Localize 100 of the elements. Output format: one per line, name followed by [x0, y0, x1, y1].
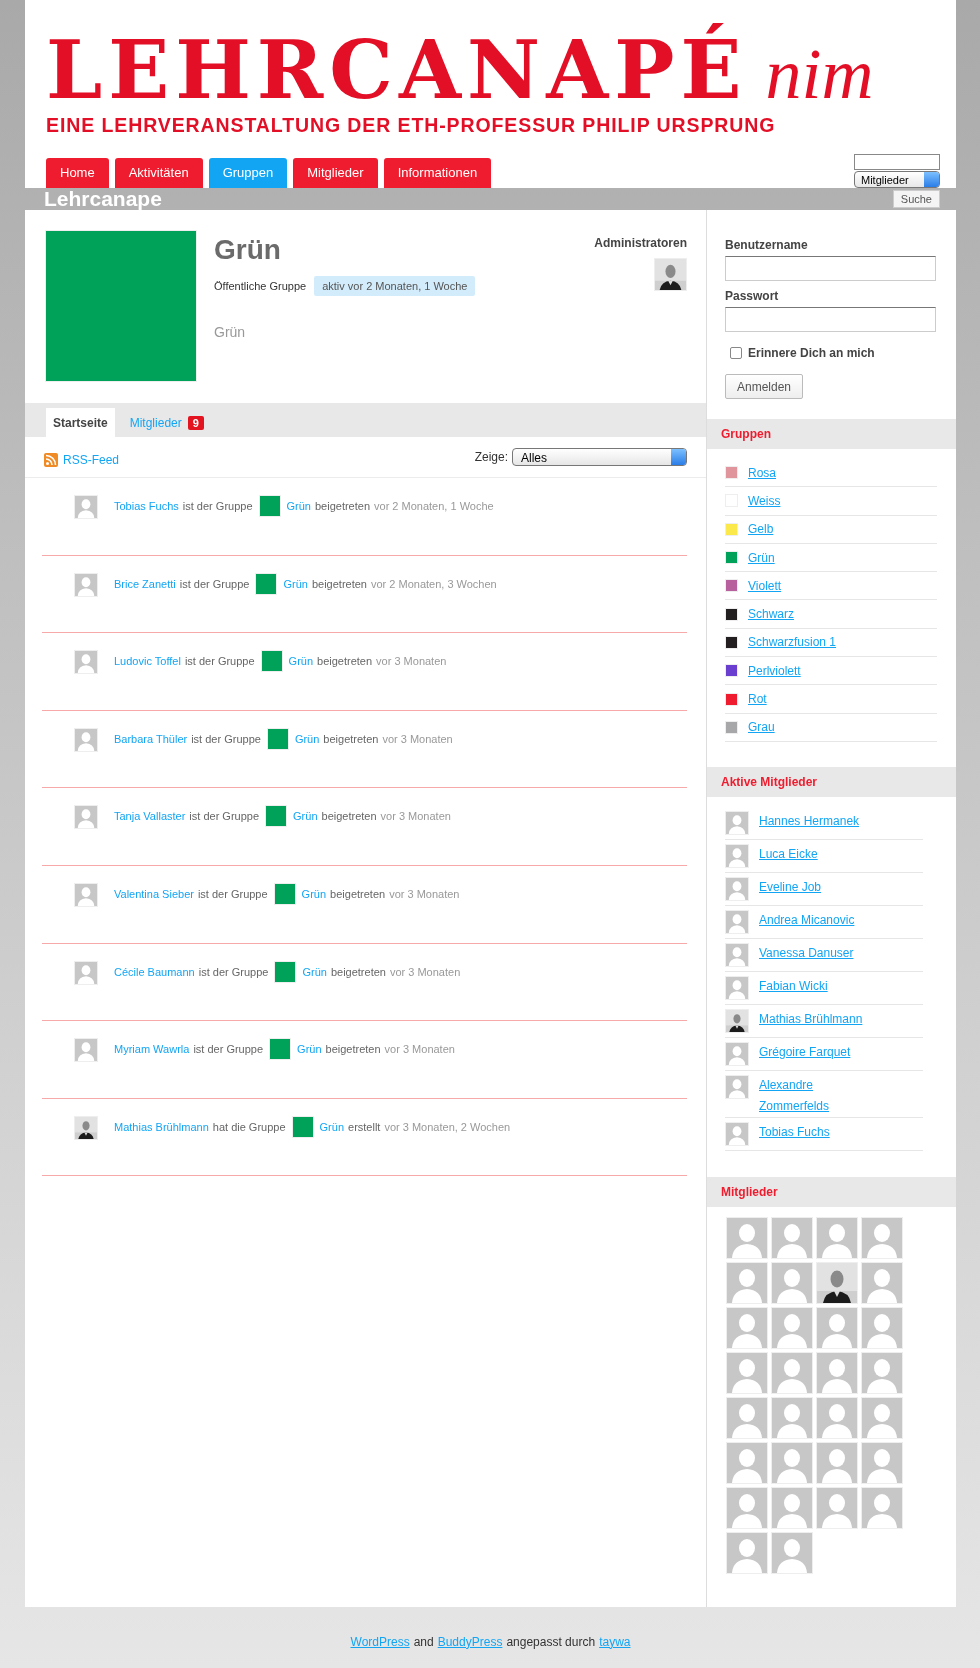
footer-link[interactable]: WordPress — [350, 1634, 410, 1649]
password-label: Passwort — [725, 289, 780, 303]
activity-time: vor 3 Monaten — [389, 965, 461, 978]
footer-text: and — [413, 1634, 434, 1649]
activity-text: ist der Gruppe — [197, 887, 268, 900]
nav-tab[interactable]: Mitglieder — [293, 158, 378, 188]
member-link[interactable]: Barbara Thüler — [114, 732, 188, 745]
member-link[interactable]: Tobias Fuchs — [759, 1121, 830, 1143]
activity-verb: beigetreten — [323, 732, 379, 745]
nav-tab[interactable]: Informationen — [383, 158, 492, 188]
username-label: Benutzername — [725, 238, 809, 252]
member-link[interactable]: Tobias Fuchs — [114, 500, 179, 512]
member-link[interactable]: Brice Zanetti — [114, 577, 176, 590]
group-description: Grün — [214, 324, 247, 340]
group-thumbnail — [274, 960, 297, 983]
login-button[interactable]: Anmelden — [725, 374, 803, 399]
footer-link[interactable]: BuddyPress — [437, 1634, 503, 1649]
group-title: Grün — [214, 234, 282, 266]
activity-badge: aktiv vor 2 Monaten, 1 Woche — [314, 276, 476, 296]
member-link[interactable]: Tanja Vallaster — [114, 810, 186, 823]
activity-text: ist der Gruppe — [189, 810, 260, 823]
search-field[interactable] — [854, 154, 940, 170]
widget-title: Aktive Mitglieder — [707, 766, 956, 797]
rss-link[interactable]: RSS-Feed — [44, 453, 120, 467]
group-tab[interactable]: Startseite — [46, 408, 115, 437]
activity-verb: beigetreten — [321, 810, 377, 823]
activity-text: ist der Gruppe — [182, 500, 253, 512]
remember-checkbox[interactable] — [730, 347, 742, 359]
group-link[interactable]: Grün — [286, 500, 311, 512]
group-thumbnail — [266, 727, 289, 750]
activity-text: ist der Gruppe — [191, 732, 261, 745]
activity-text: hat die Gruppe — [212, 1120, 286, 1133]
member-link[interactable]: Vanessa Danuser — [759, 942, 854, 964]
nav-tab[interactable]: Gruppen — [208, 158, 288, 188]
group-thumbnail — [260, 650, 283, 673]
activity-verb: beigetreten — [325, 1043, 381, 1056]
nav-tab[interactable]: Home — [46, 158, 109, 188]
group-thumbnail — [255, 572, 278, 595]
group-link[interactable]: Violett — [748, 578, 782, 593]
nav-tab[interactable]: Aktivitäten — [114, 158, 203, 188]
group-link[interactable]: Grün — [748, 550, 775, 565]
activity-time: vor 3 Monaten — [382, 732, 453, 745]
group-thumbnail — [269, 1038, 292, 1061]
username-field[interactable] — [725, 256, 936, 281]
activity-time: vor 2 Monaten, 3 Wochen — [370, 577, 497, 590]
member-link[interactable]: Andrea Micanovic — [759, 909, 855, 931]
activity-verb: erstellt — [348, 1120, 381, 1133]
member-link[interactable]: Alexandre Zommerfelds — [759, 1074, 877, 1117]
activity-verb: beigetreten — [311, 577, 367, 590]
widget-title: Gruppen — [707, 419, 956, 449]
member-link[interactable]: Valentina Sieber — [114, 887, 194, 900]
member-link[interactable]: Fabian Wicki — [759, 975, 828, 997]
group-link[interactable]: Grün — [302, 965, 327, 978]
activity-verb: beigetreten — [330, 887, 386, 900]
group-link[interactable]: Schwarz — [748, 607, 794, 622]
group-link[interactable]: Grün — [288, 655, 314, 668]
activity-text: ist der Gruppe — [179, 577, 250, 590]
group-link[interactable]: Grün — [301, 887, 327, 900]
member-link[interactable]: Cécile Baumann — [114, 965, 195, 978]
group-link[interactable]: Schwarzfusion 1 — [748, 635, 837, 650]
filter-select[interactable]: Alles — [512, 448, 687, 466]
member-link[interactable]: Hannes Hermanek — [759, 810, 860, 832]
activity-text: ist der Gruppe — [198, 965, 269, 978]
footer-link[interactable]: taywa — [599, 1634, 631, 1649]
activity-text: ist der Gruppe — [184, 655, 255, 668]
group-link[interactable]: Grün — [294, 732, 320, 745]
activity-time: vor 2 Monaten, 1 Woche — [374, 500, 494, 512]
member-link[interactable]: Luca Eicke — [759, 843, 818, 865]
group-link[interactable]: Gelb — [748, 522, 774, 537]
group-type: Öffentliche Gruppe — [214, 280, 307, 292]
member-link[interactable]: Myriam Wawrla — [114, 1043, 190, 1056]
activity-time: vor 3 Monaten — [384, 1043, 455, 1056]
activity-time: vor 3 Monaten — [380, 810, 451, 823]
site-title: Lehrcanape — [44, 188, 162, 210]
group-link[interactable]: Grau — [748, 720, 775, 735]
admins-label: Administratoren — [594, 236, 687, 250]
filter-label: Zeige: — [474, 450, 508, 464]
group-thumbnail — [273, 882, 296, 905]
group-link[interactable]: Grün — [283, 577, 308, 590]
group-link[interactable]: Rot — [748, 692, 767, 706]
group-link[interactable]: Grün — [297, 1043, 322, 1056]
member-link[interactable]: Mathias Brühlmann — [759, 1008, 863, 1030]
group-link[interactable]: Rosa — [748, 465, 776, 480]
group-link[interactable]: Grün — [293, 810, 318, 823]
group-link[interactable]: Perlviolett — [748, 663, 801, 678]
member-link[interactable]: Eveline Job — [759, 876, 822, 898]
member-link[interactable]: Grégoire Farquet — [759, 1041, 851, 1063]
footer-text: angepasst durch — [506, 1634, 596, 1649]
password-field[interactable] — [725, 307, 936, 332]
group-tab[interactable]: Mitglieder 9 — [122, 408, 211, 437]
search-button[interactable]: Suche — [892, 190, 940, 208]
group-link[interactable]: Grün — [319, 1120, 345, 1133]
group-link[interactable]: Weiss — [748, 493, 781, 508]
member-link[interactable]: Ludovic Toffel — [114, 655, 181, 668]
member-link[interactable]: Mathias Brühlmann — [114, 1120, 209, 1133]
group-thumbnail — [265, 805, 288, 828]
count-badge: 9 — [187, 415, 204, 430]
activity-time: vor 3 Monaten — [376, 655, 447, 668]
search-scope-select[interactable]: Mitglieder — [854, 171, 940, 188]
group-thumbnail — [258, 495, 281, 517]
